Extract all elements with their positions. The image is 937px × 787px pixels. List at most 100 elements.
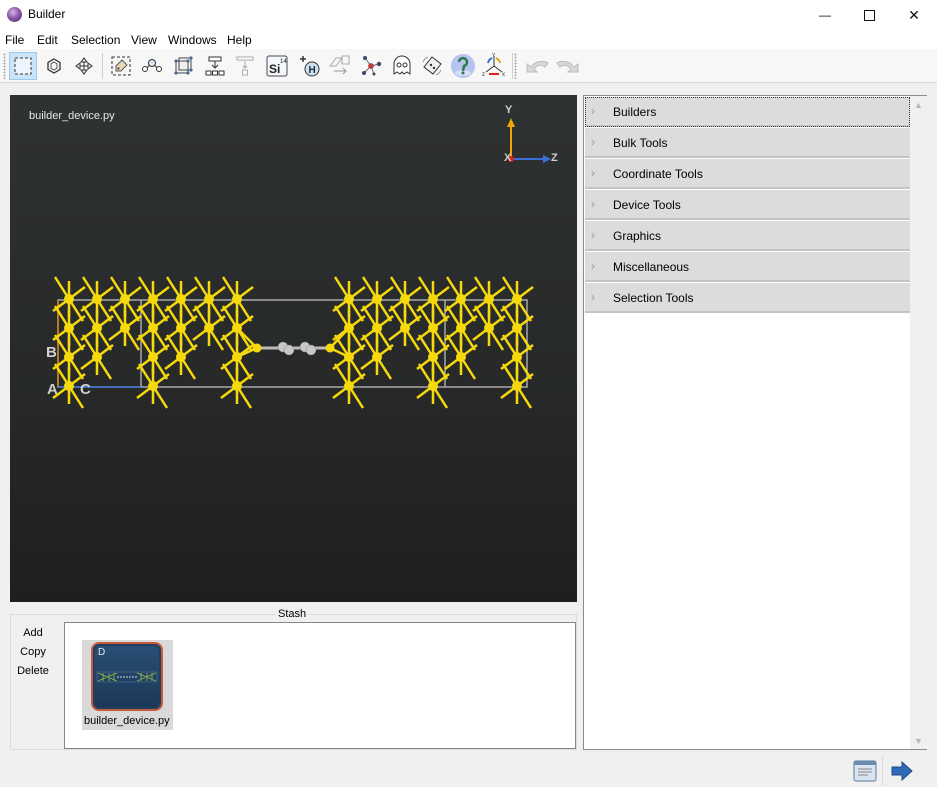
menu-edit[interactable]: Edit <box>37 33 58 47</box>
chevron-right-icon: › <box>591 197 595 211</box>
carbon-atom <box>305 344 317 356</box>
gold-atom <box>64 323 74 333</box>
section-coordinate-tools[interactable]: › Coordinate Tools <box>585 159 910 189</box>
gold-atom <box>92 352 102 362</box>
chevron-right-icon: › <box>591 290 595 304</box>
rectangle-select-button[interactable] <box>9 52 37 80</box>
ring-select-button[interactable] <box>40 52 68 80</box>
stash-item[interactable]: D builder_device.py <box>82 640 173 730</box>
gold-atom <box>148 323 158 333</box>
section-bulk-tools[interactable]: › Bulk Tools <box>585 128 910 158</box>
lattice-label-b: B <box>46 344 57 361</box>
move-button[interactable] <box>70 52 98 80</box>
tools-scrollbar[interactable]: ▲ ▼ <box>910 96 927 749</box>
rotate-view-button[interactable] <box>418 52 446 80</box>
add-hydrogen-button[interactable]: H <box>296 52 324 80</box>
device-preview-icon <box>96 671 158 683</box>
molecule-icon <box>362 56 382 76</box>
gold-atom <box>512 294 522 304</box>
gold-atom <box>92 294 102 304</box>
scroll-down-icon[interactable]: ▼ <box>910 732 927 749</box>
gold-atom <box>428 294 438 304</box>
gold-atom <box>176 352 186 362</box>
add-layer-button[interactable] <box>201 52 229 80</box>
gold-atom <box>64 294 74 304</box>
gold-atom <box>92 323 102 333</box>
svg-text:z: z <box>482 72 485 78</box>
section-label: Bulk Tools <box>613 136 668 150</box>
tag-select-button[interactable] <box>107 52 135 80</box>
svg-text:Y: Y <box>492 53 496 59</box>
scroll-up-icon[interactable]: ▲ <box>910 96 927 113</box>
menu-view[interactable]: View <box>131 33 157 47</box>
gold-atom <box>484 294 494 304</box>
send-to-button[interactable] <box>888 757 916 785</box>
molecule-button[interactable] <box>357 52 385 80</box>
element-button[interactable]: Si 14 <box>263 52 291 80</box>
redo-button[interactable] <box>554 52 582 80</box>
toolbar-grip[interactable] <box>3 53 6 79</box>
menu-help[interactable]: Help <box>227 33 252 47</box>
menu-selection[interactable]: Selection <box>71 33 120 47</box>
section-builders[interactable]: › Builders <box>585 97 910 127</box>
cell-outline <box>57 299 528 388</box>
undo-arrow-icon <box>526 60 549 73</box>
carbon-atom <box>283 344 295 356</box>
lattice-label-a: A <box>47 381 58 398</box>
stash-add-button[interactable]: Add <box>10 627 56 639</box>
stash-copy-button[interactable]: Copy <box>10 646 56 658</box>
gold-atom <box>120 294 130 304</box>
gold-atom <box>64 381 74 391</box>
gold-atom <box>512 381 522 391</box>
move-arrows-icon <box>75 57 93 75</box>
help-question-icon <box>451 54 475 78</box>
help-button[interactable] <box>449 52 477 80</box>
menu-windows[interactable]: Windows <box>168 33 217 47</box>
section-miscellaneous[interactable]: › Miscellaneous <box>585 252 910 282</box>
close-button[interactable]: ✕ <box>891 0 937 30</box>
layer-insert-icon <box>205 56 225 76</box>
toolbar-grip[interactable] <box>514 53 517 79</box>
ghost-button[interactable] <box>388 52 416 80</box>
axes-button[interactable]: Yz x <box>480 52 508 80</box>
stash-delete-button[interactable]: Delete <box>10 665 56 677</box>
maximize-button[interactable] <box>846 0 892 30</box>
svg-text:x: x <box>502 72 505 78</box>
bottom-separator <box>882 756 883 786</box>
stash-title: Stash <box>276 608 309 620</box>
toolbar: Si 14 H Yz x <box>0 49 937 83</box>
log-button[interactable] <box>851 757 879 785</box>
gold-atom <box>456 323 466 333</box>
unit-cell-button[interactable] <box>169 52 197 80</box>
structure-viewport[interactable]: builder_device.py Y Z X B A C <box>10 95 577 602</box>
layer-insert-faded-icon <box>236 56 254 76</box>
rotate-cube-icon <box>422 56 442 76</box>
gold-atom <box>428 381 438 391</box>
gold-atom <box>204 294 214 304</box>
bond-button[interactable] <box>138 52 166 80</box>
minimize-button[interactable]: — <box>802 0 848 30</box>
section-selection-tools[interactable]: › Selection Tools <box>585 283 910 313</box>
gold-atom <box>372 294 382 304</box>
gold-atom <box>456 352 466 362</box>
transform-button[interactable] <box>326 52 354 80</box>
undo-button[interactable] <box>523 52 551 80</box>
chevron-right-icon: › <box>591 135 595 149</box>
document-log-icon <box>853 760 877 782</box>
lattice-label-c: C <box>80 381 91 398</box>
section-device-tools[interactable]: › Device Tools <box>585 190 910 220</box>
svg-text:14: 14 <box>280 59 287 65</box>
window-title: Builder <box>28 7 66 21</box>
gold-atom <box>456 294 466 304</box>
menu-file[interactable]: File <box>5 33 24 47</box>
close-icon: ✕ <box>908 6 920 23</box>
gold-atom <box>512 352 522 362</box>
add-layer-disabled-button[interactable] <box>231 52 259 80</box>
section-graphics[interactable]: › Graphics <box>585 221 910 251</box>
stash-item-label: builder_device.py <box>84 715 170 727</box>
section-label: Graphics <box>613 229 662 243</box>
svg-text:Si: Si <box>269 62 280 76</box>
cube-cell-icon <box>174 56 193 75</box>
rectangle-select-icon <box>14 57 32 75</box>
title-bar: Builder — ✕ <box>0 0 937 30</box>
